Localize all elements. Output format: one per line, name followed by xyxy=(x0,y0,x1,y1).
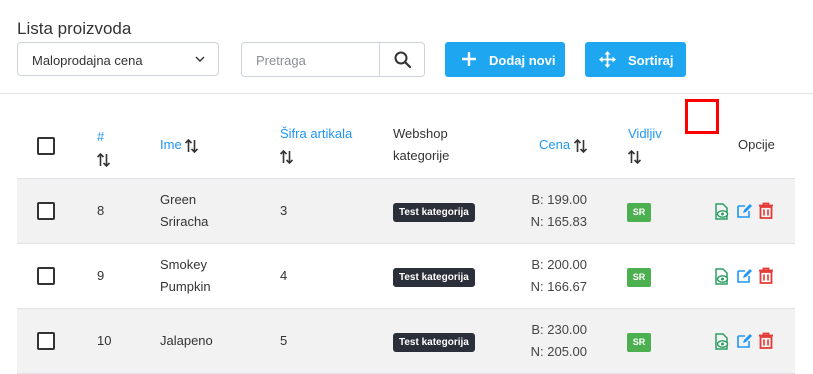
column-header-visible[interactable]: Vidljiv xyxy=(628,123,662,167)
row-price: B: 230.00 N: 205.00 xyxy=(530,322,587,359)
edit-icon[interactable] xyxy=(736,203,752,219)
chevron-down-icon xyxy=(195,56,205,62)
column-header-name[interactable]: Ime xyxy=(160,134,199,156)
sort-arrows-icon xyxy=(573,138,587,153)
row-id: 9 xyxy=(97,268,105,283)
products-table: # Ime Šifra artikala Webshop kategorije … xyxy=(17,93,795,374)
row-name[interactable]: Jalapeno xyxy=(160,330,213,352)
price-type-value: Maloprodajna cena xyxy=(32,53,143,68)
sort-button[interactable]: Sortiraj xyxy=(585,42,686,77)
category-badge: Test kategorija xyxy=(393,268,475,287)
plus-icon xyxy=(462,52,476,66)
view-icon[interactable] xyxy=(713,268,730,285)
trash-icon[interactable] xyxy=(758,202,774,219)
edit-icon[interactable] xyxy=(736,268,752,284)
highlight-box xyxy=(685,99,719,134)
sort-arrows-icon xyxy=(280,149,293,164)
search-input[interactable]: Pretraga xyxy=(256,53,306,68)
row-checkbox[interactable] xyxy=(37,202,55,220)
sort-label: Sortiraj xyxy=(628,53,674,68)
trash-icon[interactable] xyxy=(758,332,774,349)
row-name[interactable]: Green Sriracha xyxy=(160,189,208,233)
add-new-label: Dodaj novi xyxy=(489,53,556,68)
search-icon xyxy=(394,51,411,68)
row-id: 8 xyxy=(97,203,105,218)
row-id: 10 xyxy=(97,333,112,348)
table-row: 8 Green Sriracha 3 Test kategorija B: 19… xyxy=(17,179,795,244)
row-price: B: 200.00 N: 166.67 xyxy=(530,257,587,294)
row-name[interactable]: Smokey Pumpkin xyxy=(160,254,211,298)
table-row: 10 Jalapeno 5 Test kategorija B: 230.00 … xyxy=(17,309,795,374)
add-new-button[interactable]: Dodaj novi xyxy=(445,42,565,77)
row-checkbox[interactable] xyxy=(37,332,55,350)
category-badge: Test kategorija xyxy=(393,203,475,222)
table-header: # Ime Šifra artikala Webshop kategorije … xyxy=(17,93,795,180)
category-badge: Test kategorija xyxy=(393,333,475,352)
view-icon[interactable] xyxy=(713,203,730,220)
sort-arrows-icon xyxy=(628,149,641,164)
view-icon[interactable] xyxy=(713,333,730,350)
row-sku: 3 xyxy=(280,203,288,218)
visibility-badge[interactable]: SR xyxy=(627,203,651,222)
column-header-sku[interactable]: Šifra artikala xyxy=(280,123,360,167)
toolbar: Lista proizvoda Maloprodajna cena Pretra… xyxy=(0,0,813,94)
price-type-select[interactable]: Maloprodajna cena xyxy=(17,42,219,76)
edit-icon[interactable] xyxy=(736,333,752,349)
trash-icon[interactable] xyxy=(758,267,774,284)
search-group: Pretraga xyxy=(241,42,425,77)
column-header-options: Opcije xyxy=(738,137,775,152)
select-all-checkbox[interactable] xyxy=(37,137,55,155)
search-button[interactable] xyxy=(379,43,425,76)
row-price: B: 199.00 N: 165.83 xyxy=(530,192,587,229)
sort-arrows-icon xyxy=(185,138,199,153)
row-checkbox[interactable] xyxy=(37,267,55,285)
move-icon xyxy=(599,51,616,68)
table-row: 9 Smokey Pumpkin 4 Test kategorija B: 20… xyxy=(17,244,795,309)
row-sku: 4 xyxy=(280,268,288,283)
page-title: Lista proizvoda xyxy=(17,19,132,38)
visibility-badge[interactable]: SR xyxy=(627,333,651,352)
visibility-badge[interactable]: SR xyxy=(627,268,651,287)
column-header-id[interactable]: # xyxy=(97,126,110,170)
column-header-webshop: Webshop kategorije xyxy=(393,126,450,163)
sort-arrows-icon xyxy=(97,152,110,167)
column-header-price[interactable]: Cena xyxy=(539,134,587,156)
row-sku: 5 xyxy=(280,333,288,348)
